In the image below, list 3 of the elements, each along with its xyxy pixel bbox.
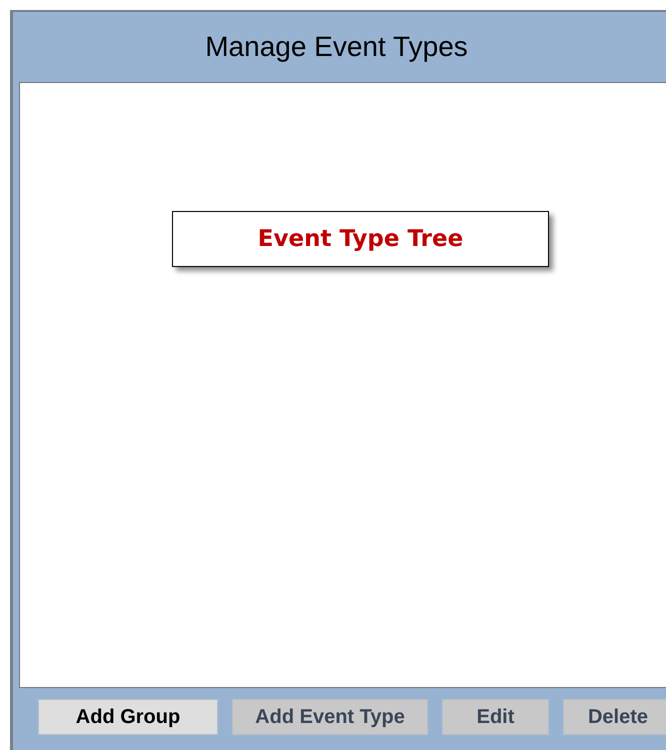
tree-label: Event Type Tree <box>172 211 549 267</box>
window-title: Manage Event Types <box>204 30 469 64</box>
action-button[interactable]: Add Group <box>38 699 218 735</box>
